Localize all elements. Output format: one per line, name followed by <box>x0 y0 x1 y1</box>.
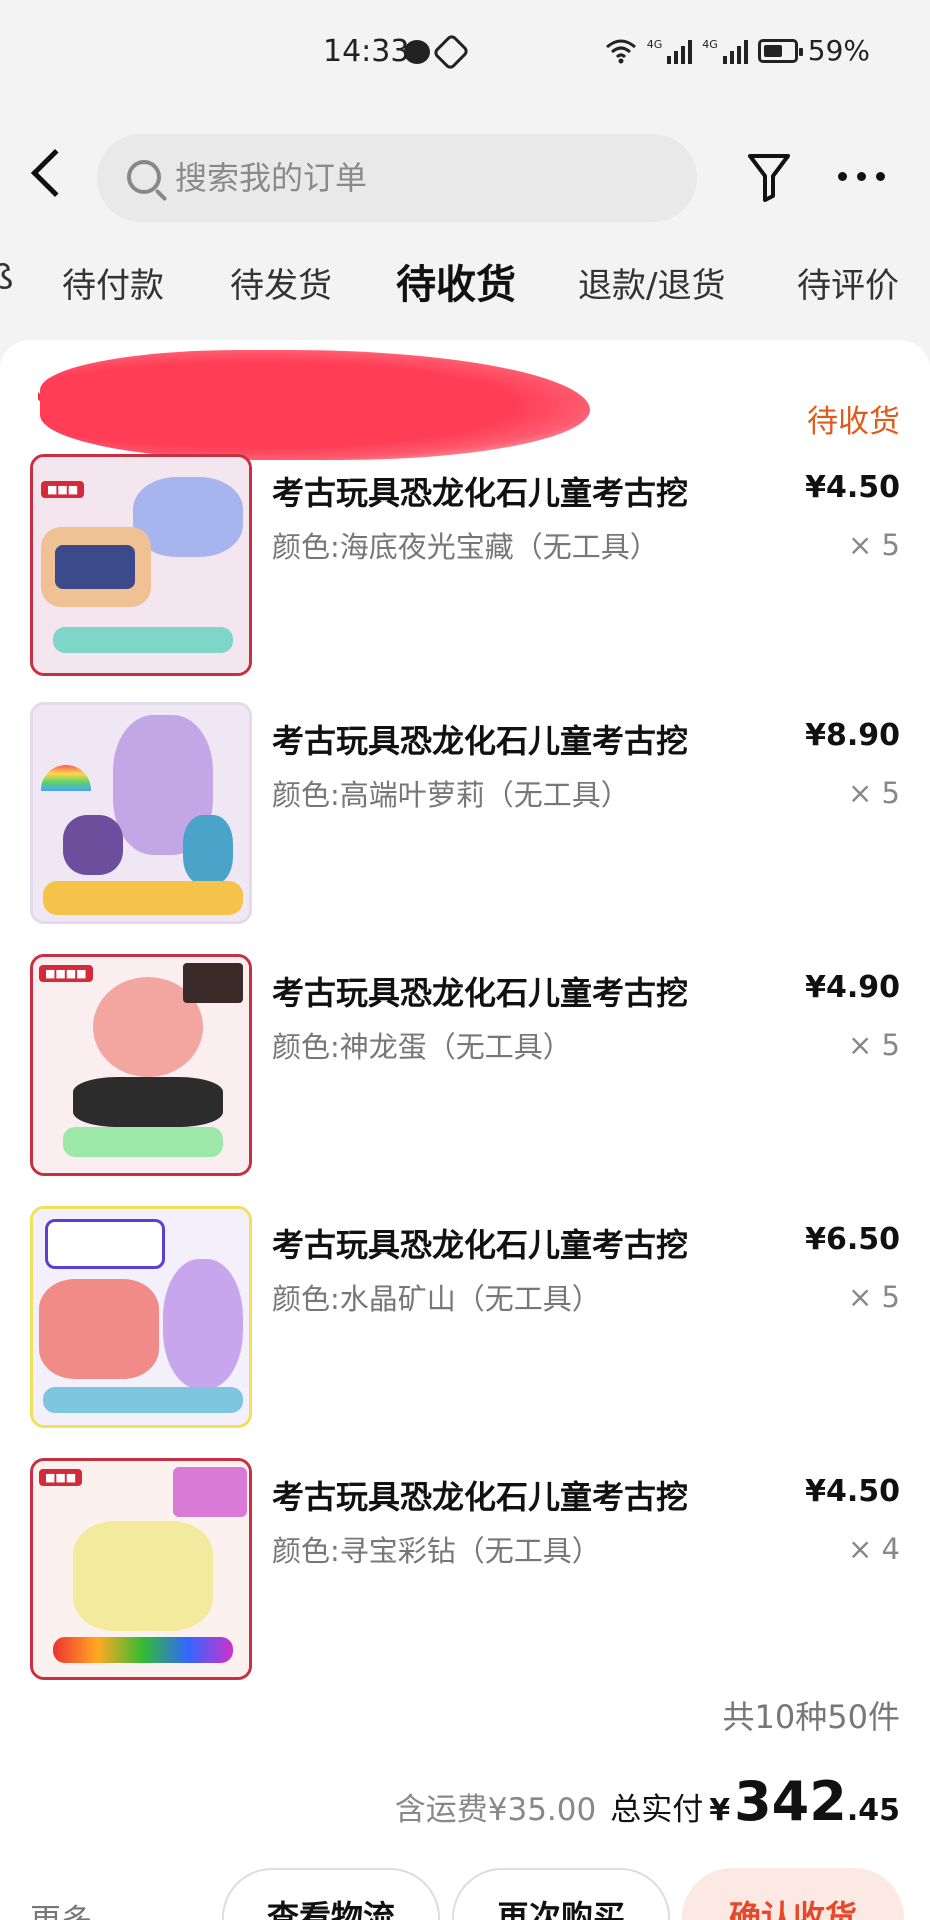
order-card[interactable]: 待收货 ■■■ 考古玩具恐龙化石儿童考古挖 颜色:海底夜光宝藏（无工具） ¥4.… <box>0 340 930 1920</box>
search-input[interactable] <box>175 134 655 222</box>
order-total: 含运费¥35.00 总实付 ¥ 342 .45 <box>395 1770 900 1833</box>
currency-symbol: ¥ <box>709 1793 731 1828</box>
order-item[interactable]: 考古玩具恐龙化石儿童考古挖 颜色:高端叶萝莉（无工具） ¥8.90 × 5 <box>0 702 930 932</box>
item-price: ¥6.50 <box>805 1222 900 1257</box>
status-bar: 14:33 4G 4G 59% <box>0 0 930 108</box>
total-amount-decimal: .45 <box>846 1793 900 1828</box>
gesture-icon <box>431 32 471 72</box>
tab-pending-review[interactable]: 待评价 <box>797 258 899 307</box>
item-variant: 颜色:高端叶萝莉（无工具） <box>272 778 630 812</box>
signal-icon: 4G <box>647 38 693 64</box>
message-icon <box>404 40 430 64</box>
filter-icon[interactable] <box>746 152 792 204</box>
item-title[interactable]: 考古玩具恐龙化石儿童考古挖 <box>272 1220 688 1266</box>
search-bar[interactable] <box>97 134 697 222</box>
more-options-icon[interactable] <box>838 172 885 181</box>
item-variant: 颜色:海底夜光宝藏（无工具） <box>272 530 659 564</box>
tab-pending-shipment[interactable]: 待发货 <box>230 258 332 307</box>
more-link[interactable]: 更多 <box>30 1895 92 1920</box>
item-price: ¥4.50 <box>805 1474 900 1509</box>
tab-partial-edge[interactable]: ß <box>0 258 13 298</box>
item-title[interactable]: 考古玩具恐龙化石儿童考古挖 <box>272 1472 688 1518</box>
order-status: 待收货 <box>807 404 900 440</box>
status-time: 14:33 <box>323 34 410 69</box>
order-item[interactable]: 考古玩具恐龙化石儿童考古挖 颜色:水晶矿山（无工具） ¥6.50 × 5 <box>0 1206 930 1436</box>
shop-header[interactable]: 待收货 <box>0 350 930 460</box>
shipping-fee: 含运费¥35.00 <box>394 1792 597 1828</box>
item-quantity: × 5 <box>848 1280 900 1314</box>
redaction-mark <box>40 350 590 460</box>
order-item[interactable]: ■■■■ 考古玩具恐龙化石儿童考古挖 颜色:神龙蛋（无工具） ¥4.90 × 5 <box>0 954 930 1184</box>
tab-pending-receipt[interactable]: 待收货 <box>396 252 516 310</box>
thumb-tag: ■■■ <box>39 1469 83 1486</box>
item-count-summary: 共10种50件 <box>722 1698 900 1736</box>
item-quantity: × 5 <box>848 776 900 810</box>
battery-percent: 59% <box>807 34 870 67</box>
product-image[interactable]: ■■■ <box>30 1458 252 1680</box>
item-variant: 颜色:水晶矿山（无工具） <box>272 1282 601 1316</box>
order-item[interactable]: ■■■ 考古玩具恐龙化石儿童考古挖 颜色:海底夜光宝藏（无工具） ¥4.50 ×… <box>0 454 930 684</box>
total-amount-integer: 342 <box>734 1770 847 1833</box>
signal-label: 4G <box>702 37 718 51</box>
top-bar <box>0 132 930 222</box>
order-tabs: ß 待付款 待发货 待收货 退款/退货 待评价 <box>0 250 930 314</box>
tab-pending-payment[interactable]: 待付款 <box>62 258 164 307</box>
item-price: ¥8.90 <box>805 718 900 753</box>
tab-refund-return[interactable]: 退款/退货 <box>578 258 725 307</box>
total-label: 总实付 <box>610 1792 704 1828</box>
item-quantity: × 5 <box>848 1028 900 1062</box>
item-price: ¥4.50 <box>805 470 900 505</box>
item-title[interactable]: 考古玩具恐龙化石儿童考古挖 <box>272 968 688 1014</box>
thumb-tag: ■■■■ <box>39 965 93 982</box>
battery-icon <box>757 38 803 63</box>
product-image[interactable]: ■■■■ <box>30 954 252 1176</box>
item-quantity: × 5 <box>848 528 900 562</box>
back-arrow-icon[interactable] <box>30 148 80 198</box>
item-quantity: × 4 <box>848 1532 900 1566</box>
item-variant: 颜色:寻宝彩钻（无工具） <box>272 1534 601 1568</box>
thumb-tag: ■■■ <box>41 481 85 498</box>
signal-icon: 4G <box>702 38 748 64</box>
item-price: ¥4.90 <box>805 970 900 1005</box>
status-indicators: 4G 4G 59% <box>605 34 870 67</box>
order-item[interactable]: ■■■ 考古玩具恐龙化石儿童考古挖 颜色:寻宝彩钻（无工具） ¥4.50 × 4 <box>0 1458 930 1688</box>
view-logistics-button[interactable]: 查看物流 <box>222 1868 440 1920</box>
item-variant: 颜色:神龙蛋（无工具） <box>272 1030 572 1064</box>
product-image[interactable] <box>30 702 252 924</box>
search-icon <box>127 160 161 194</box>
item-title[interactable]: 考古玩具恐龙化石儿童考古挖 <box>272 468 688 514</box>
product-image[interactable]: ■■■ <box>30 454 252 676</box>
signal-label: 4G <box>646 37 663 51</box>
product-image[interactable] <box>30 1206 252 1428</box>
wifi-icon <box>605 39 636 63</box>
confirm-receipt-button[interactable]: 确认收货 <box>682 1868 904 1920</box>
buy-again-button[interactable]: 再次购买 <box>452 1868 670 1920</box>
item-title[interactable]: 考古玩具恐龙化石儿童考古挖 <box>272 716 688 762</box>
